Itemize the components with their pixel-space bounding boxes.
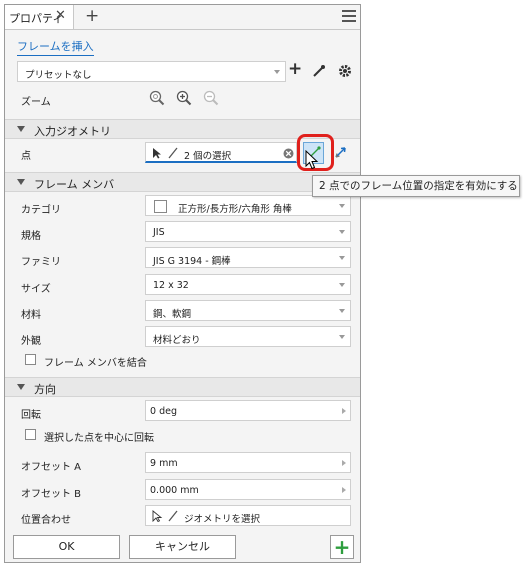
combine-frame-members-checkbox[interactable] — [25, 354, 36, 365]
standard-label: 規格 — [21, 231, 41, 242]
tooltip: 2 点でのフレーム位置の指定を有効にする — [312, 175, 520, 197]
family-label: ファミリ — [21, 257, 61, 268]
preset-value: プリセットなし — [25, 70, 92, 81]
size-label: サイズ — [21, 284, 51, 295]
zoom-label: ズーム — [21, 97, 51, 108]
category-value: 正方形/長方形/六角形 角棒 — [178, 204, 292, 215]
size-value: 12 x 32 — [153, 280, 189, 291]
combine-frame-members-label: フレーム メンバを結合 — [44, 358, 147, 369]
offset-b-input[interactable]: 0.000 mm — [145, 479, 351, 500]
add-preset-icon[interactable]: + — [288, 59, 302, 79]
standard-dropdown[interactable]: JIS — [145, 221, 351, 242]
section-frame-member[interactable]: フレーム メンバ — [5, 172, 360, 192]
tab-properties[interactable]: プロパティ ✕ — [5, 5, 74, 29]
alignment-selection-field[interactable]: ジオメトリを選択 — [145, 505, 351, 526]
appearance-dropdown[interactable]: 材料どおり — [145, 326, 351, 347]
material-value: 鋼、軟鋼 — [153, 309, 192, 320]
chevron-down-icon — [339, 256, 345, 260]
insert-frame-link[interactable]: フレームを挿入 — [17, 38, 94, 56]
material-dropdown[interactable]: 鋼、軟鋼 — [145, 300, 351, 321]
offset-b-value: 0.000 mm — [150, 485, 199, 496]
point-label: 点 — [21, 151, 31, 162]
category-label: カテゴリ — [21, 205, 61, 216]
cursor-arrow-outline-icon — [152, 510, 163, 522]
caret-down-icon — [17, 384, 25, 390]
ok-button[interactable]: OK — [13, 535, 120, 559]
alignment-label: 位置合わせ — [21, 515, 71, 526]
apply-add-button[interactable]: + — [330, 535, 354, 559]
chevron-down-icon — [339, 204, 345, 208]
chevron-right-icon[interactable] — [342, 487, 346, 493]
chevron-down-icon — [274, 70, 280, 74]
cursor-arrow-icon — [153, 148, 161, 159]
line-geometry-icon — [168, 510, 178, 522]
mouse-cursor-icon — [305, 150, 319, 170]
rotation-value: 0 deg — [150, 406, 177, 417]
chevron-down-icon — [339, 335, 345, 339]
point-selection-value: 2 個の選択 — [184, 151, 232, 162]
size-dropdown[interactable]: 12 x 32 — [145, 274, 351, 295]
rotation-label: 回転 — [21, 410, 41, 421]
caret-down-icon — [17, 179, 25, 185]
category-dropdown[interactable]: 正方形/長方形/六角形 角棒 — [145, 195, 351, 216]
zoom-all-icon[interactable] — [149, 90, 165, 106]
zoom-out-icon[interactable] — [203, 90, 219, 106]
appearance-value: 材料どおり — [153, 335, 201, 346]
appearance-label: 外観 — [21, 336, 41, 347]
line-geometry-icon — [168, 147, 178, 159]
pipette-icon[interactable] — [312, 64, 326, 78]
gear-icon[interactable] — [338, 64, 352, 78]
family-dropdown[interactable]: JIS G 3194 - 鋼棒 — [145, 247, 351, 268]
point-selection-field[interactable]: 2 個の選択 — [145, 142, 297, 163]
tab-bar: プロパティ ✕ + — [5, 5, 360, 30]
standard-value: JIS — [153, 227, 165, 238]
rotation-input[interactable]: 0 deg — [145, 400, 351, 421]
caret-down-icon — [17, 126, 25, 132]
clear-icon[interactable] — [283, 148, 294, 159]
offset-a-input[interactable]: 9 mm — [145, 452, 351, 473]
close-icon[interactable]: ✕ — [55, 8, 66, 23]
zoom-in-icon[interactable] — [176, 90, 192, 106]
chevron-down-icon — [339, 309, 345, 313]
offset-b-label: オフセット B — [21, 489, 82, 500]
offset-a-value: 9 mm — [150, 458, 178, 469]
chevron-down-icon — [339, 283, 345, 287]
material-label: 材料 — [21, 310, 41, 321]
preset-dropdown[interactable]: プリセットなし — [17, 61, 286, 82]
properties-panel: プロパティ ✕ + フレームを挿入 プリセットなし + ズーム 入力ジオメトリ … — [4, 4, 361, 563]
flip-direction-icon[interactable] — [333, 144, 349, 160]
rotate-around-point-label: 選択した点を中心に回転 — [44, 433, 154, 444]
cancel-button[interactable]: キャンセル — [129, 535, 236, 559]
section-orientation[interactable]: 方向 — [5, 377, 360, 397]
section-orientation-title: 方向 — [34, 383, 56, 396]
alignment-value: ジオメトリを選択 — [184, 514, 261, 525]
section-frame-member-title: フレーム メンバ — [34, 178, 115, 191]
family-value: JIS G 3194 - 鋼棒 — [153, 256, 231, 267]
chevron-down-icon — [339, 230, 345, 234]
chevron-right-icon[interactable] — [342, 460, 346, 466]
chevron-right-icon[interactable] — [342, 408, 346, 414]
offset-a-label: オフセット A — [21, 462, 82, 473]
rotate-around-point-checkbox[interactable] — [25, 429, 36, 440]
hamburger-menu-icon[interactable] — [342, 9, 356, 23]
add-tab-icon[interactable]: + — [85, 6, 99, 26]
category-profile-icon — [154, 200, 167, 213]
section-input-geometry-title: 入力ジオメトリ — [34, 125, 111, 138]
